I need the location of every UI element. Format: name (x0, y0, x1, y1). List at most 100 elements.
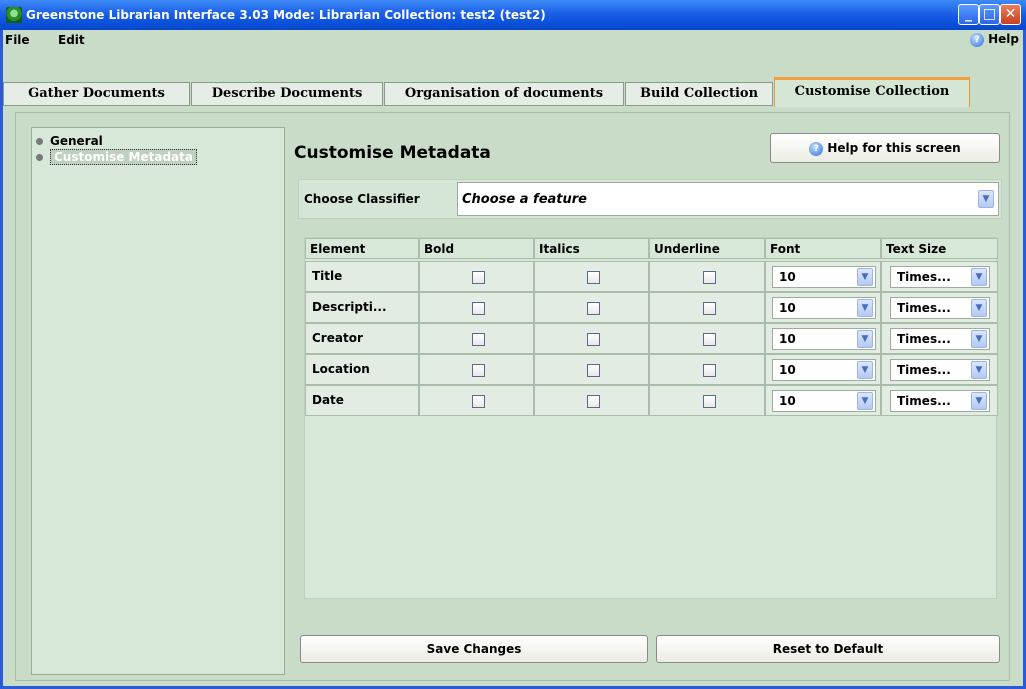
maximize-button[interactable]: □ (979, 4, 1000, 25)
chevron-down-icon[interactable]: ▼ (857, 392, 873, 410)
tab-organisation-of-documents[interactable]: Organisation of documents (384, 82, 624, 106)
italics-cell (534, 261, 649, 292)
column-header-bold: Bold (419, 238, 534, 259)
size-value: Times... (897, 363, 951, 377)
row-element: Creator (305, 323, 419, 354)
font-value: 10 (779, 332, 796, 346)
app-window: Greenstone Librarian Interface 3.03 Mode… (0, 0, 1026, 689)
font-select[interactable]: 10 ▼ (772, 328, 876, 350)
table-row: Descripti... 10 ▼ Times... ▼ (305, 292, 998, 323)
chevron-down-icon[interactable]: ▼ (857, 299, 873, 317)
bullet-icon (36, 138, 43, 145)
chevron-down-icon[interactable]: ▼ (857, 361, 873, 379)
help-button-label: Help for this screen (827, 141, 961, 155)
bold-checkbox[interactable] (472, 395, 485, 408)
italics-checkbox[interactable] (587, 271, 600, 284)
font-select[interactable]: 10 ▼ (772, 390, 876, 412)
sidebar-item-customise-metadata[interactable]: Customise Metadata (36, 149, 197, 165)
underline-checkbox[interactable] (703, 395, 716, 408)
italics-cell (534, 354, 649, 385)
text-size-select[interactable]: Times... ▼ (890, 359, 990, 381)
save-changes-button[interactable]: Save Changes (300, 635, 648, 663)
size-cell: Times... ▼ (881, 261, 998, 292)
text-size-select[interactable]: Times... ▼ (890, 266, 990, 288)
tab-build-collection[interactable]: Build Collection (625, 82, 773, 106)
table-row: Date 10 ▼ Times... ▼ (305, 385, 998, 416)
close-button[interactable]: ✕ (1000, 4, 1021, 25)
tab-describe-documents[interactable]: Describe Documents (191, 82, 383, 106)
menu-edit[interactable]: Edit (58, 33, 85, 47)
minimize-button[interactable]: _ (958, 4, 979, 25)
size-cell: Times... ▼ (881, 354, 998, 385)
italics-cell (534, 292, 649, 323)
bold-checkbox[interactable] (472, 333, 485, 346)
classifier-select[interactable]: Choose a feature ▼ (457, 182, 999, 216)
italics-checkbox[interactable] (587, 302, 600, 315)
menu-file[interactable]: File (5, 33, 30, 47)
classifier-row: Choose Classifier Choose a feature ▼ (298, 179, 1002, 219)
italics-checkbox[interactable] (587, 395, 600, 408)
underline-cell (649, 323, 765, 354)
row-element: Descripti... (305, 292, 419, 323)
size-cell: Times... ▼ (881, 323, 998, 354)
greenstone-app-icon (6, 7, 22, 23)
underline-cell (649, 261, 765, 292)
column-header-italics: Italics (534, 238, 649, 259)
table-row: Creator 10 ▼ Times... ▼ (305, 323, 998, 354)
bullet-icon (36, 154, 43, 161)
row-element: Location (305, 354, 419, 385)
classifier-value: Choose a feature (462, 192, 587, 207)
help-for-this-screen-button[interactable]: ? Help for this screen (770, 133, 1000, 163)
chevron-down-icon[interactable]: ▼ (971, 330, 987, 348)
font-cell: 10 ▼ (765, 385, 881, 416)
tab-gather-documents[interactable]: Gather Documents (3, 82, 190, 106)
bold-cell (419, 354, 534, 385)
chevron-down-icon[interactable]: ▼ (978, 190, 994, 208)
sidebar-item-general[interactable]: General (36, 134, 103, 148)
font-value: 10 (779, 394, 796, 408)
font-cell: 10 ▼ (765, 323, 881, 354)
font-value: 10 (779, 270, 796, 284)
bold-cell (419, 261, 534, 292)
chevron-down-icon[interactable]: ▼ (857, 268, 873, 286)
bold-checkbox[interactable] (472, 302, 485, 315)
font-select[interactable]: 10 ▼ (772, 297, 876, 319)
bold-cell (419, 385, 534, 416)
help-circle-icon: ? (809, 141, 824, 156)
underline-checkbox[interactable] (703, 364, 716, 377)
bold-checkbox[interactable] (472, 364, 485, 377)
reset-to-default-button[interactable]: Reset to Default (656, 635, 1000, 663)
bold-cell (419, 292, 534, 323)
underline-cell (649, 354, 765, 385)
italics-cell (534, 385, 649, 416)
window-title: Greenstone Librarian Interface 3.03 Mode… (26, 8, 546, 22)
underline-checkbox[interactable] (703, 333, 716, 346)
classifier-label: Choose Classifier (304, 192, 420, 206)
font-select[interactable]: 10 ▼ (772, 266, 876, 288)
tab-customise-collection[interactable]: Customise Collection (774, 77, 970, 107)
chevron-down-icon[interactable]: ▼ (857, 330, 873, 348)
menu-bar: File Edit ? Help (3, 30, 1023, 50)
chevron-down-icon[interactable]: ▼ (971, 268, 987, 286)
tab-bar: Gather Documents Describe Documents Orga… (3, 50, 1023, 112)
sidebar: General Customise Metadata (31, 127, 285, 675)
text-size-select[interactable]: Times... ▼ (890, 390, 990, 412)
menu-help[interactable]: ? Help (970, 32, 1019, 47)
chevron-down-icon[interactable]: ▼ (971, 299, 987, 317)
font-value: 10 (779, 301, 796, 315)
font-select[interactable]: 10 ▼ (772, 359, 876, 381)
bold-checkbox[interactable] (472, 271, 485, 284)
chevron-down-icon[interactable]: ▼ (971, 392, 987, 410)
italics-checkbox[interactable] (587, 364, 600, 377)
table-row: Location 10 ▼ Times... ▼ (305, 354, 998, 385)
chevron-down-icon[interactable]: ▼ (971, 361, 987, 379)
title-bar[interactable]: Greenstone Librarian Interface 3.03 Mode… (0, 0, 1026, 30)
underline-checkbox[interactable] (703, 271, 716, 284)
text-size-select[interactable]: Times... ▼ (890, 297, 990, 319)
text-size-select[interactable]: Times... ▼ (890, 328, 990, 350)
italics-checkbox[interactable] (587, 333, 600, 346)
underline-checkbox[interactable] (703, 302, 716, 315)
font-cell: 10 ▼ (765, 292, 881, 323)
row-element: Title (305, 261, 419, 292)
column-header-text-size: Text Size (881, 238, 998, 259)
